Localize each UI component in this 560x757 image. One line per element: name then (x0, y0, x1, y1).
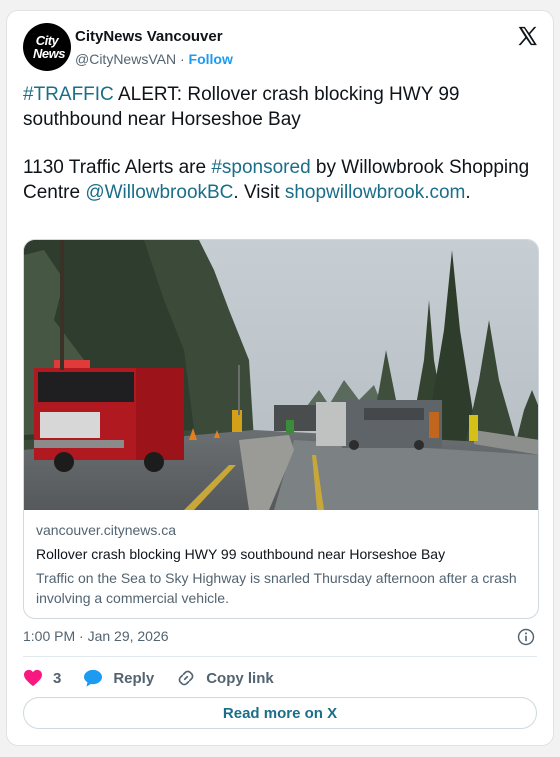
author-handle-line: @CityNewsVAN · Follow (75, 51, 233, 67)
tweet-text-5: . (465, 181, 471, 203)
url-link[interactable]: shopwillowbrook.com (285, 182, 466, 203)
x-logo-icon[interactable] (516, 25, 538, 47)
copy-link-label: Copy link (206, 669, 274, 687)
card-headline[interactable]: Rollover crash blocking HWY 99 southboun… (36, 546, 526, 562)
tweet-paragraph-1: #TRAFFIC ALERT: Rollover crash blocking … (23, 83, 543, 132)
avatar-text-news: News (33, 46, 65, 61)
tweet-paragraph-2: 1130 Traffic Alerts are #sponsored by Wi… (23, 156, 543, 205)
tweet-card: City News CityNews Vancouver @CityNewsVA… (6, 10, 554, 746)
tweet-text: #TRAFFIC ALERT: Rollover crash blocking … (23, 83, 543, 205)
follow-button[interactable]: Follow (189, 51, 233, 67)
timestamp[interactable]: 1:00 PM · Jan 29, 2026 (23, 628, 169, 644)
separator-dot: · (179, 51, 185, 67)
mention-willowbrook[interactable]: @WillowbrookBC (85, 182, 233, 203)
author-handle[interactable]: @CityNewsVAN (75, 51, 176, 67)
tweet-text-2: 1130 Traffic Alerts are (23, 157, 212, 178)
copy-link-button[interactable]: Copy link (176, 668, 274, 688)
avatar[interactable]: City News (23, 23, 71, 71)
reply-icon (84, 669, 103, 687)
like-count: 3 (53, 669, 62, 687)
news-photo[interactable] (24, 240, 539, 510)
read-more-button[interactable]: Read more on X (23, 697, 537, 729)
card-description: Traffic on the Sea to Sky Highway is sna… (36, 570, 517, 606)
like-button[interactable]: 3 (23, 669, 61, 687)
actions-bar: 3 Reply Copy link (23, 668, 296, 688)
info-icon[interactable] (517, 628, 535, 646)
hashtag-sponsored[interactable]: #sponsored (211, 157, 310, 178)
link-icon (178, 670, 194, 686)
reply-button[interactable]: Reply (83, 669, 154, 687)
link-card[interactable]: vancouver.citynews.ca Rollover crash blo… (23, 239, 539, 619)
card-domain: vancouver.citynews.ca (36, 522, 177, 538)
link-card-meta: vancouver.citynews.ca Rollover crash blo… (36, 522, 526, 608)
hashtag-traffic[interactable]: #TRAFFIC (23, 84, 114, 105)
tweet-text-4: . Visit (233, 181, 285, 203)
author-name[interactable]: CityNews Vancouver (75, 28, 223, 45)
heart-icon (24, 669, 42, 687)
divider (23, 656, 537, 657)
reply-label: Reply (113, 669, 155, 687)
